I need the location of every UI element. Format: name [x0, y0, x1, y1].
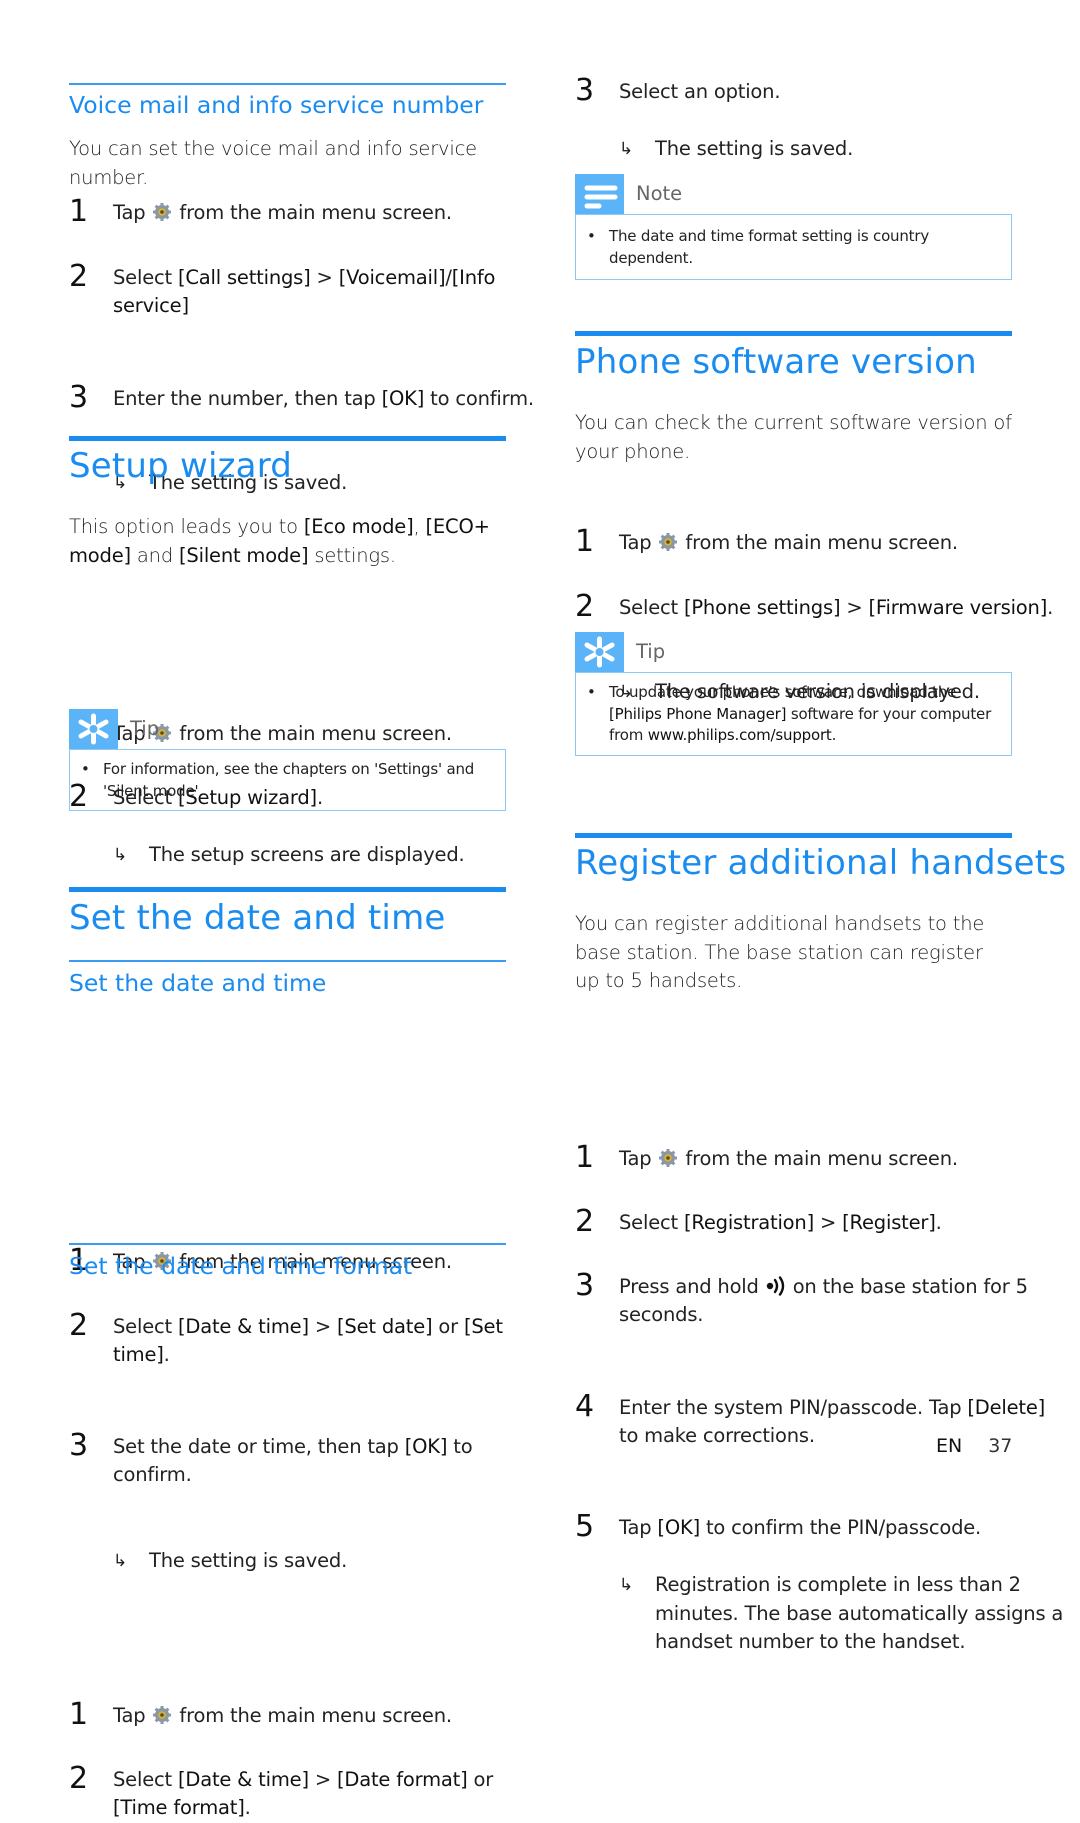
- register-intro: You can register additional handsets to …: [575, 912, 985, 992]
- menu-ref: [Date format]: [337, 1767, 468, 1791]
- settings-gear-icon: [153, 203, 172, 221]
- register-step-5: 5 Tap [OK] to confirm the PIN/passcode.: [575, 1508, 982, 1544]
- voicemail-intro: You can set the voice mail and info serv…: [69, 137, 477, 189]
- section-divider: [575, 833, 1012, 838]
- section-title-software-version: Phone software version: [575, 342, 977, 382]
- register-step-3: 3 Press and hold on the base station for…: [575, 1267, 1028, 1326]
- menu-ref: [Delete]: [967, 1395, 1046, 1419]
- note-title: Note: [636, 182, 683, 205]
- result-arrow-icon: ↳: [619, 1575, 634, 1595]
- step-number: 1: [575, 524, 594, 559]
- subsection-title-date-time: Set the date and time: [69, 969, 327, 997]
- section-title-setup-wizard: Setup wizard: [69, 446, 293, 486]
- menu-ref: [Registration]: [683, 1211, 814, 1234]
- setup-wizard-result: ↳ The setup screens are displayed.: [69, 841, 586, 870]
- software-step-2: 2 Select [Phone settings] > [Firmware ve…: [575, 588, 1054, 624]
- subsection-title-date-time-format: Set the date and time format: [69, 1252, 413, 1280]
- result-arrow-icon: ↳: [113, 844, 128, 865]
- page-footer: EN 37: [936, 1435, 1012, 1457]
- bullet-icon: •: [81, 760, 90, 778]
- step-number: 1: [575, 1139, 594, 1175]
- setup-wizard-intro: This option leads you to [Eco mode], [EC…: [69, 515, 490, 567]
- step-number: 3: [575, 73, 594, 108]
- section-divider: [69, 436, 506, 441]
- section-title-register-handsets: Register additional handsets: [575, 843, 1067, 883]
- register-result: ↳ Registration is complete in less than …: [619, 1573, 1064, 1653]
- bullet-icon: •: [587, 227, 596, 245]
- tip-title: Tip: [130, 717, 160, 740]
- left-column: Voice mail and info service number You c…: [69, 0, 534, 1819]
- tip-box: Tip • For information, see the chapters …: [69, 709, 506, 811]
- menu-ref: [Set date]: [337, 1314, 433, 1338]
- register-step-1: 1 Tap from the main menu screen.: [575, 1139, 958, 1175]
- result-arrow-icon: ↳: [619, 138, 634, 159]
- menu-ref: [Firmware version]: [868, 595, 1048, 619]
- settings-gear-icon: [659, 1148, 678, 1167]
- tip-box: Tip • To update your phone's software, d…: [575, 632, 1012, 756]
- step-number: 2: [69, 1307, 88, 1343]
- step-number: 1: [69, 194, 88, 229]
- section-divider: [69, 83, 506, 85]
- menu-ref: [OK]: [657, 1515, 700, 1539]
- section-divider: [69, 960, 506, 962]
- step-number: 3: [69, 1427, 88, 1463]
- step-number: 1: [69, 1697, 88, 1732]
- paging-signal-icon: [766, 1275, 784, 1296]
- settings-gear-icon: [659, 533, 678, 551]
- result-arrow-icon: ↳: [113, 1550, 128, 1571]
- section-divider: [575, 331, 1012, 336]
- menu-ref: [Time format]: [113, 1796, 245, 1819]
- asterisk-tip-icon: [69, 709, 118, 749]
- section-divider: [69, 887, 506, 892]
- tip-title: Tip: [636, 640, 666, 663]
- date-time-step-2: 2 Select [Date & time] > [Set date] or […: [69, 1307, 503, 1366]
- date-time-step-3: 3 Set the date or time, then tap [OK] to…: [69, 1427, 473, 1486]
- menu-ref: [Phone settings]: [683, 595, 841, 619]
- bullet-icon: •: [587, 683, 596, 701]
- note-box: Note • The date and time format setting …: [575, 174, 1012, 280]
- menu-ref: [Date & time]: [177, 1314, 309, 1338]
- date-format-result: ↳ The setting is saved.: [575, 135, 1080, 164]
- menu-ref: [OK]: [381, 386, 425, 410]
- menu-ref: [Register]: [842, 1211, 936, 1234]
- step-number: 3: [69, 379, 88, 415]
- step-number: 4: [575, 1388, 594, 1424]
- date-format-step-1: 1 Tap from the main menu screen.: [69, 1697, 452, 1732]
- language-label: EN: [936, 1435, 963, 1457]
- software-intro: You can check the current software versi…: [575, 411, 1012, 463]
- date-format-step-2: 2 Select [Date & time] > [Date format] o…: [69, 1760, 494, 1819]
- menu-ref: [Date & time]: [177, 1767, 309, 1791]
- date-format-step-3: 3 Select an option.: [575, 73, 781, 108]
- section-title-date-time: Set the date and time: [69, 898, 446, 938]
- voicemail-step-1: 1 Tap from the main menu screen.: [69, 194, 452, 229]
- step-number: 2: [575, 1204, 594, 1239]
- note-lines-icon: [575, 174, 624, 214]
- menu-ref: [OK]: [404, 1434, 448, 1458]
- tip-body: • To update your phone's software, downl…: [575, 672, 1012, 756]
- step-number: 2: [69, 258, 88, 294]
- menu-ref: [Voicemail]: [338, 265, 446, 289]
- software-step-1: 1 Tap from the main menu screen.: [575, 524, 958, 559]
- asterisk-tip-icon: [575, 632, 624, 672]
- step-number: 2: [69, 1760, 88, 1796]
- menu-ref: [Call settings]: [177, 265, 311, 289]
- voicemail-step-2: 2 Select [Call settings] > [Voicemail]/[…: [69, 258, 496, 317]
- support-link[interactable]: www.philips.com/support: [648, 726, 832, 744]
- date-time-result: ↳ The setting is saved.: [69, 1547, 586, 1576]
- tip-body: • For information, see the chapters on '…: [69, 749, 506, 811]
- settings-gear-icon: [153, 1706, 172, 1724]
- section-divider: [69, 1243, 506, 1245]
- register-step-2: 2 Select [Registration] > [Register].: [575, 1204, 942, 1239]
- voicemail-step-3: 3 Enter the number, then tap [OK] to con…: [69, 379, 534, 415]
- note-body: • The date and time format setting is co…: [575, 214, 1012, 280]
- page-number: 37: [988, 1435, 1013, 1457]
- right-column: 3 Select an option. ↳ The setting is sav…: [575, 0, 1066, 1653]
- step-number: 3: [575, 1267, 594, 1303]
- step-number: 2: [575, 588, 594, 624]
- section-title-voicemail: Voice mail and info service number: [69, 91, 484, 119]
